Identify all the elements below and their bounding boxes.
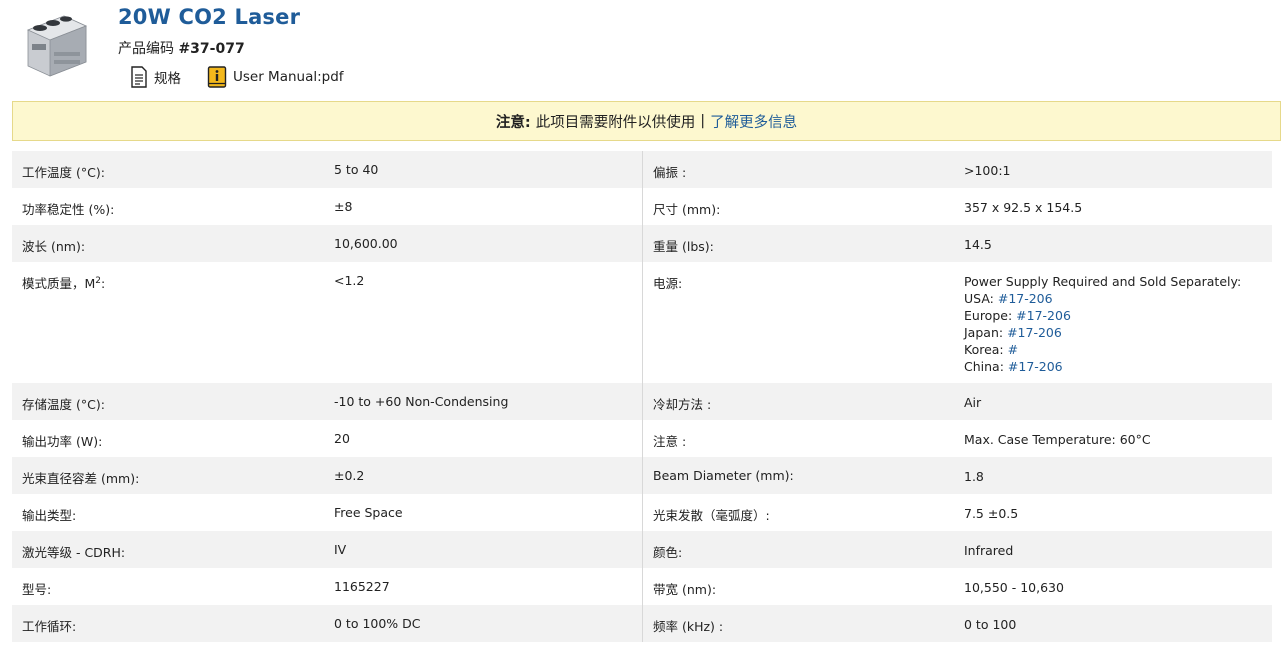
user-manual-link-label: User Manual:pdf <box>233 69 344 85</box>
spec-value: Infrared <box>964 543 1014 558</box>
spec-label: 工作温度 (°C): <box>22 165 105 180</box>
region-label: Japan: <box>964 325 1008 340</box>
spec-label: 工作循环: <box>22 619 77 634</box>
part-number-link[interactable]: # <box>1008 342 1018 357</box>
spec-label: Beam Diameter (mm): <box>642 457 954 494</box>
spec-value: <1.2 <box>334 273 365 288</box>
spec-row: 激光等级 - CDRH: IV 颜色: Infrared <box>12 531 1272 568</box>
spec-value: 0 to 100% DC <box>334 616 421 631</box>
spec-value: Free Space <box>334 505 403 520</box>
spec-value: ±0.2 <box>334 468 365 483</box>
spec-label: 带宽 (nm): <box>642 568 954 605</box>
part-number-link[interactable]: #17-206 <box>1016 308 1071 323</box>
spec-value: 357 x 92.5 x 154.5 <box>964 200 1083 215</box>
spec-value: Max. Case Temperature: 60°C <box>964 432 1151 447</box>
power-supply-line: Power Supply Required and Sold Separatel… <box>964 274 1242 289</box>
spec-label: 存储温度 (°C): <box>22 397 105 412</box>
power-supply-line: Korea: # <box>964 341 1272 358</box>
spec-row: 型号: 1165227 带宽 (nm): 10,550 - 10,630 <box>12 568 1272 605</box>
spec-value: 10,600.00 <box>334 236 398 251</box>
notice-label: 注意: <box>495 114 531 131</box>
power-supply-line: Japan: #17-206 <box>964 324 1272 341</box>
document-icon <box>131 66 147 88</box>
notice-separator: | <box>700 113 706 129</box>
spec-value: >100:1 <box>964 163 1011 178</box>
spec-row: 模式质量，M2: <1.2 电源: Power Supply Required … <box>12 262 1272 383</box>
spec-label: 模式质量，M2: <box>12 262 324 383</box>
spec-row: 工作循环: 0 to 100% DC 频率 (kHz) : 0 to 100 <box>12 605 1272 642</box>
spec-label: 频率 (kHz) : <box>642 605 954 642</box>
spec-row: 波长 (nm): 10,600.00 重量 (lbs): 14.5 <box>12 225 1272 262</box>
spec-value: Air <box>964 395 982 410</box>
notice-text: 此项目需要附件以供使用 <box>535 114 696 131</box>
product-code: 产品编码 #37-077 <box>118 38 245 58</box>
spec-label: 光束直径容差 (mm): <box>22 471 140 486</box>
spec-label: 波长 (nm): <box>22 239 86 254</box>
power-supply-line: Europe: #17-206 <box>964 307 1272 324</box>
spec-label-text: 模式质量，M <box>22 276 96 291</box>
learn-more-link[interactable]: 了解更多信息 <box>710 111 797 132</box>
spec-row: 输出功率 (W): 20 注意 : Max. Case Temperature:… <box>12 420 1272 457</box>
spec-value: IV <box>334 542 347 557</box>
spec-value: 1.8 <box>964 469 984 484</box>
spec-label: 功率稳定性 (%): <box>22 202 115 217</box>
spec-value: 10,550 - 10,630 <box>964 580 1064 595</box>
region-label: Europe: <box>964 308 1017 323</box>
product-code-label: 产品编码 <box>118 41 174 57</box>
specs-link[interactable]: 规格 <box>130 66 181 88</box>
spec-value: 5 to 40 <box>334 162 379 177</box>
spec-row: 存储温度 (°C): -10 to +60 Non-Condensing 冷却方… <box>12 383 1272 420</box>
region-label: USA: <box>964 291 998 306</box>
specs-link-label: 规格 <box>154 71 181 87</box>
specs-table: 工作温度 (°C): 5 to 40 偏振 : >100:1 功率稳定性 (%)… <box>12 151 1272 642</box>
part-number-link[interactable]: #17-206 <box>998 291 1053 306</box>
spec-row: 工作温度 (°C): 5 to 40 偏振 : >100:1 <box>12 151 1272 188</box>
spec-value: 0 to 100 <box>964 617 1017 632</box>
document-links: 规格 User Manual:pdf <box>130 64 370 90</box>
spec-row: 输出类型: Free Space 光束发散（毫弧度）: 7.5 ±0.5 <box>12 494 1272 531</box>
product-code-value: #37-077 <box>178 41 245 57</box>
part-number-link[interactable]: #17-206 <box>1007 325 1062 340</box>
spec-row: 功率稳定性 (%): ±8 尺寸 (mm): 357 x 92.5 x 154.… <box>12 188 1272 225</box>
spec-label: 电源: <box>642 262 954 383</box>
spec-label: 激光等级 - CDRH: <box>22 545 126 560</box>
spec-value: ±8 <box>334 199 353 214</box>
spec-value: 1165227 <box>334 579 390 594</box>
power-supply-list: Power Supply Required and Sold Separatel… <box>954 262 1272 383</box>
spec-label: 注意 : <box>642 420 954 457</box>
spec-label: 冷却方法 : <box>642 383 954 420</box>
spec-label: 光束发散（毫弧度）: <box>642 494 954 531</box>
spec-value: -10 to +60 Non-Condensing <box>334 394 509 409</box>
spec-label: 颜色: <box>642 531 954 568</box>
laser-product-image <box>26 15 88 77</box>
part-number-link[interactable]: #17-206 <box>1008 359 1063 374</box>
power-supply-line: China: #17-206 <box>964 358 1272 375</box>
info-book-icon <box>207 66 227 88</box>
spec-label: 型号: <box>22 582 52 597</box>
spec-label-suffix: : <box>101 276 106 291</box>
spec-value: 7.5 ±0.5 <box>964 506 1019 521</box>
spec-value: 14.5 <box>964 237 992 252</box>
user-manual-link[interactable]: User Manual:pdf <box>207 66 344 88</box>
region-label: China: <box>964 359 1008 374</box>
spec-label: 尺寸 (mm): <box>642 188 954 225</box>
spec-label: 偏振 : <box>642 151 954 188</box>
notice-banner: 注意: 此项目需要附件以供使用 | 了解更多信息 <box>12 101 1281 141</box>
spec-label: 重量 (lbs): <box>642 225 954 262</box>
power-supply-line: USA: #17-206 <box>964 290 1272 307</box>
spec-row: 光束直径容差 (mm): ±0.2 Beam Diameter (mm): 1.… <box>12 457 1272 494</box>
spec-value: 20 <box>334 431 350 446</box>
spec-label: 输出类型: <box>22 508 77 523</box>
region-label: Korea: <box>964 342 1008 357</box>
product-title: 20W CO2 Laser <box>118 5 301 29</box>
product-header: 20W CO2 Laser 产品编码 #37-077 规格 User Manua… <box>0 0 1281 100</box>
spec-label: 输出功率 (W): <box>22 434 103 449</box>
